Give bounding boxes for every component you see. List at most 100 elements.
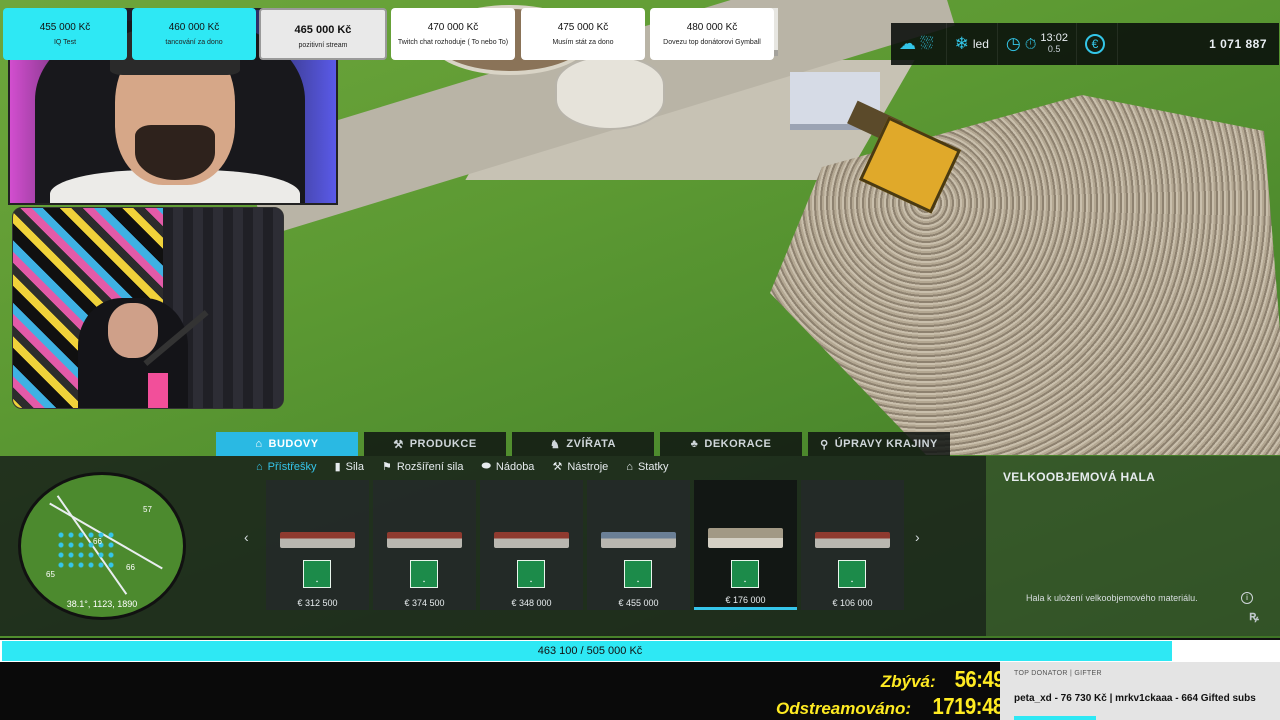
- timer-remaining-label: Zbývá:: [880, 672, 936, 691]
- tab-upravy-krajiny[interactable]: ⚲ ÚPRAVY KRAJINY: [808, 432, 950, 456]
- subtab-label: Sila: [345, 460, 364, 473]
- speed-icon: ⏱: [1024, 35, 1037, 53]
- building-detail-description: Hala k uložení velkoobjemového materiálu…: [1026, 593, 1198, 603]
- map-markers: [56, 530, 116, 570]
- subtab-label: Statky: [637, 460, 669, 473]
- game-time: 13:02: [1040, 32, 1068, 44]
- time-speed: 0.5: [1047, 44, 1061, 54]
- tab-label: PRODUKCE: [409, 438, 477, 450]
- tree-icon: ♣: [690, 438, 699, 450]
- storage-tank: [555, 55, 665, 130]
- money-widget: 1 071 887: [1201, 23, 1279, 65]
- wheel-loader: [847, 100, 962, 220]
- minimap[interactable]: 57 66 65 66 38.1°, 1123, 1890: [18, 472, 186, 620]
- brand-badge-icon: ▪: [624, 560, 652, 588]
- brand-badge-icon: ▪: [410, 560, 438, 588]
- euro-icon: €: [1084, 34, 1105, 54]
- shed-thumbnail: [280, 532, 355, 548]
- goal-amount: 475 000 Kč: [557, 22, 609, 33]
- webcam-streamer-2: [12, 207, 284, 409]
- shed-thumbnail: [494, 532, 569, 548]
- field-number: 66: [93, 537, 102, 546]
- tools-icon: ⚒: [552, 461, 563, 473]
- donation-goal-card: 455 000 Kč IQ Test: [3, 8, 127, 60]
- factory-icon: ⚒: [393, 438, 404, 451]
- house-icon: ⌂: [255, 438, 263, 450]
- top-donator-panel: TOP DONATOR | GIFTER peta_xd - 76 730 Kč…: [1000, 662, 1280, 720]
- building-detail-panel: VELKOOBJEMOVÁ HALA Hala k uložení velkoo…: [986, 456, 1280, 636]
- cow-icon: ♞: [550, 438, 561, 451]
- building-price: € 176 000: [725, 595, 766, 605]
- cloud-rain-icon: ⛆: [920, 34, 934, 53]
- map-coordinates: 38.1°, 1123, 1890: [66, 599, 138, 609]
- tab-produkce[interactable]: ⚒ PRODUKCE: [364, 432, 506, 456]
- building-price: € 348 000: [511, 598, 552, 608]
- building-card-selected[interactable]: ▪ € 176 000: [694, 480, 797, 610]
- giants-logo-icon: ꝶ: [1249, 608, 1259, 623]
- building-detail-title: VELKOOBJEMOVÁ HALA: [1003, 470, 1156, 484]
- tab-label: ZVÍŘATA: [566, 438, 616, 450]
- top-donator-text: peta_xd - 76 730 Kč | mrkv1ckaaa - 664 G…: [1014, 693, 1256, 704]
- building-list: ▪ € 312 500 ▪ € 374 500 ▪ € 348 000 ▪ € …: [266, 480, 904, 610]
- tab-dekorace[interactable]: ♣ DEKORACE: [660, 432, 802, 456]
- donation-goal-text: 463 100 / 505 000 Kč: [537, 645, 643, 657]
- goal-label: IQ Test: [53, 39, 77, 46]
- building-card[interactable]: ▪ € 374 500: [373, 480, 476, 610]
- brand-badge-icon: ▪: [303, 560, 331, 588]
- subtab-nastroje[interactable]: ⚒ Nástroje: [552, 460, 609, 474]
- goal-label: pozitivní stream: [298, 42, 348, 49]
- subathon-timer: Zbývá: 56:49:12 Odstreamováno: 1719:48:3…: [776, 666, 1032, 720]
- chevron-left-icon[interactable]: ‹: [244, 529, 249, 545]
- house-icon: ⌂: [256, 460, 263, 473]
- silo-icon: ▮: [334, 461, 341, 473]
- weather-label: led: [972, 37, 989, 51]
- building-price: € 312 500: [297, 598, 338, 608]
- donation-goal-card: 460 000 Kč tancování za dono: [132, 8, 256, 60]
- brand-badge-icon: ▪: [838, 560, 866, 588]
- tab-label: ÚPRAVY KRAJINY: [834, 438, 938, 450]
- building-price: € 374 500: [404, 598, 445, 608]
- goal-label: Twitch chat rozhoduje ( To nebo To): [397, 39, 509, 46]
- pink-object: [148, 373, 168, 408]
- category-tabs: ⌂ BUDOVY ⚒ PRODUKCE ♞ ZVÍŘATA ♣ DEKORACE…: [216, 432, 950, 456]
- goal-label: Musím stát za dono: [552, 39, 614, 46]
- subtab-label: Rozšíření sila: [396, 460, 464, 473]
- building-card[interactable]: ▪ € 455 000: [587, 480, 690, 610]
- top-donator-caption: TOP DONATOR | GIFTER: [1014, 670, 1102, 677]
- donation-goal-bar: 463 100 / 505 000 Kč: [0, 638, 1280, 662]
- field-number: 57: [143, 505, 152, 514]
- field-number: 66: [126, 563, 135, 572]
- building-card[interactable]: ▪ € 312 500: [266, 480, 369, 610]
- hud-bar: ☁ ⛆ ❄ led ◷ ⏱ 13:02 0.5 € 1 071 887: [891, 23, 1279, 65]
- subtab-label: Nástroje: [567, 460, 609, 473]
- subtab-pristresky[interactable]: ⌂ Přístřešky: [256, 460, 317, 473]
- money-widget-icon: €: [1077, 23, 1118, 65]
- tab-label: DEKORACE: [704, 438, 772, 450]
- clock-icon: ◷: [1005, 34, 1021, 53]
- accent-strip: [1014, 716, 1096, 720]
- subtab-sila[interactable]: ▮ Sila: [334, 460, 364, 474]
- donation-goal-card: 480 000 Kč Dovezu top donátorovi Gymball: [650, 8, 774, 60]
- tab-zvirata[interactable]: ♞ ZVÍŘATA: [512, 432, 654, 456]
- goal-amount: 470 000 Kč: [427, 22, 479, 33]
- info-icon[interactable]: i: [1241, 592, 1253, 604]
- building-card[interactable]: ▪ € 348 000: [480, 480, 583, 610]
- person-face: [108, 303, 158, 358]
- farmhouse-icon: ⌂: [626, 460, 633, 473]
- shovel-icon: ⚲: [820, 438, 829, 451]
- tab-budovy[interactable]: ⌂ BUDOVY: [216, 432, 358, 456]
- brand-badge-icon: ▪: [731, 560, 759, 588]
- subtab-nadoba[interactable]: ⬬ Nádoba: [481, 460, 534, 473]
- cloud-icon: ☁: [899, 34, 916, 53]
- goal-label: tancování za dono: [165, 39, 223, 46]
- chevron-right-icon[interactable]: ›: [915, 529, 920, 545]
- timer-streamed-label: Odstreamováno:: [776, 699, 912, 718]
- building-card[interactable]: ▪ € 106 000: [801, 480, 904, 610]
- brand-badge-icon: ▪: [517, 560, 545, 588]
- goal-amount: 460 000 Kč: [168, 22, 220, 33]
- tab-label: BUDOVY: [268, 438, 319, 450]
- goal-amount: 480 000 Kč: [686, 22, 738, 33]
- subtab-rozsireni-sila[interactable]: ⚑ Rozšíření sila: [382, 460, 464, 474]
- subtab-statky[interactable]: ⌂ Statky: [626, 460, 668, 473]
- shed-thumbnail: [708, 528, 783, 548]
